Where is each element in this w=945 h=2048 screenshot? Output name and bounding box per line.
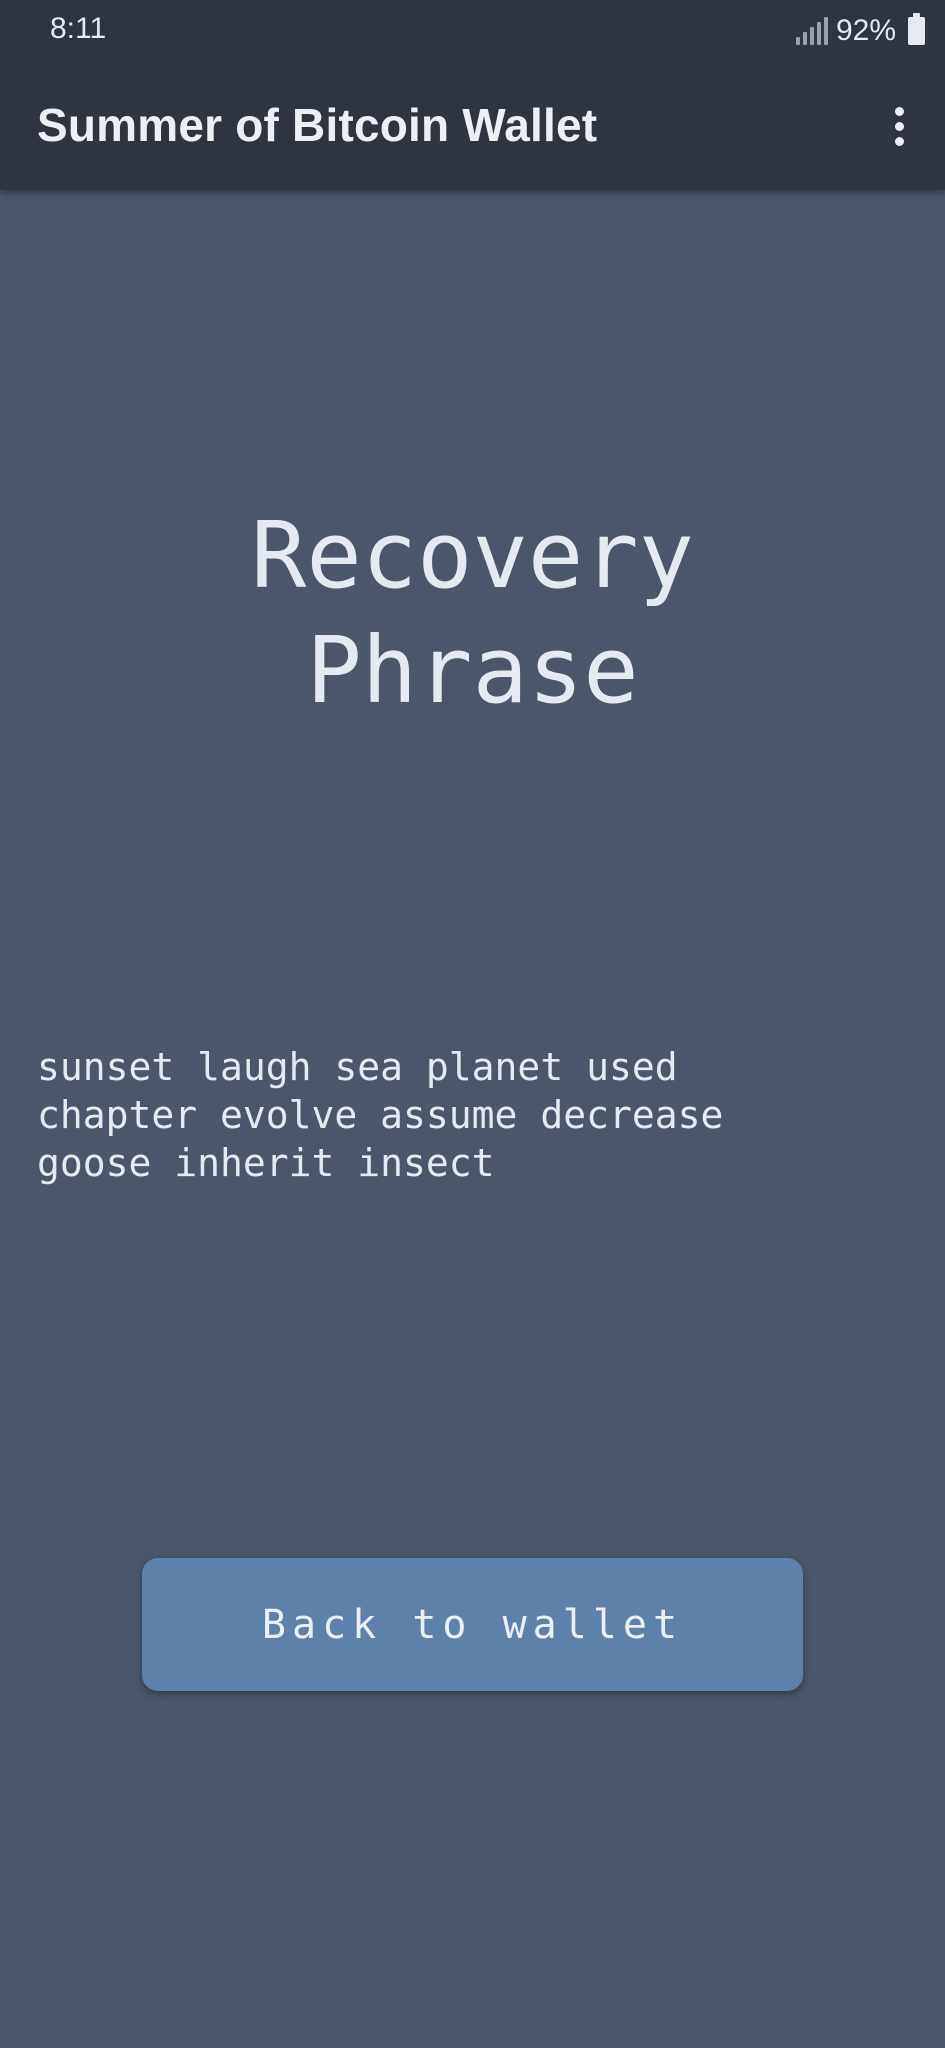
app-bar: Summer of Bitcoin Wallet	[0, 62, 945, 190]
status-time: 8:11	[50, 12, 107, 45]
back-to-wallet-label: Back to wallet	[261, 1601, 684, 1648]
battery-percent: 92%	[835, 14, 896, 47]
app-title: Summer of Bitcoin Wallet	[37, 99, 598, 151]
status-indicators: 92%	[795, 12, 925, 50]
back-to-wallet-button[interactable]: Back to wallet	[142, 1558, 803, 1691]
recovery-phrase-text: sunset laugh sea planet used chapter evo…	[37, 1045, 724, 1185]
page-title: Recovery Phrase	[250, 502, 695, 724]
more-vert-icon[interactable]	[871, 96, 927, 156]
battery-icon	[908, 13, 925, 45]
signal-icon	[795, 17, 828, 45]
status-bar: 8:11 92%	[0, 0, 945, 62]
